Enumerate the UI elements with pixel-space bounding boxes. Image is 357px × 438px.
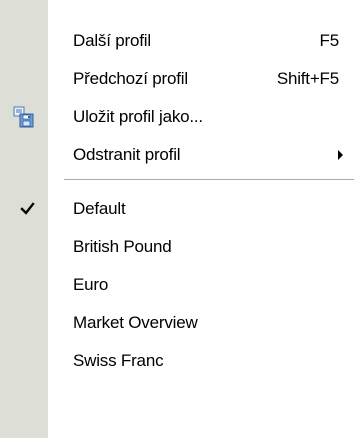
menu-item-profile-swiss-franc[interactable]: Swiss Franc bbox=[0, 342, 357, 380]
menu-item-label: Další profil bbox=[73, 31, 151, 50]
menu-item-label: British Pound bbox=[73, 237, 172, 256]
menu-item-save-profile-as[interactable]: Uložit profil jako... bbox=[0, 98, 357, 136]
menu-item-previous-profile[interactable]: Předchozí profil Shift+F5 bbox=[0, 60, 357, 98]
menu-item-delete-profile[interactable]: Odstranit profil bbox=[0, 136, 357, 174]
menu-item-next-profile[interactable]: Další profil F5 bbox=[0, 22, 357, 60]
menu-item-label: Odstranit profil bbox=[73, 145, 181, 164]
menu-item-profile-euro[interactable]: Euro bbox=[0, 266, 357, 304]
menu-item-label: Market Overview bbox=[73, 313, 198, 332]
checkmark-icon bbox=[19, 200, 37, 218]
menu-item-label: Euro bbox=[73, 275, 109, 294]
menu-item-shortcut: F5 bbox=[319, 31, 340, 50]
menu-item-shortcut: Shift+F5 bbox=[276, 69, 339, 88]
save-profile-icon bbox=[13, 106, 35, 128]
context-menu: Další profil F5 Předchozí profil Shift+F… bbox=[0, 0, 357, 438]
menu-separator bbox=[64, 179, 354, 181]
menu-item-label: Default bbox=[73, 199, 126, 218]
menu-item-profile-market-overview[interactable]: Market Overview bbox=[0, 304, 357, 342]
menu-item-label: Swiss Franc bbox=[73, 351, 164, 370]
menu-item-label: Uložit profil jako... bbox=[73, 107, 203, 126]
menu-item-profile-british-pound[interactable]: British Pound bbox=[0, 228, 357, 266]
menu-item-label: Předchozí profil bbox=[73, 69, 188, 88]
submenu-arrow-icon bbox=[338, 150, 343, 160]
menu-item-profile-default[interactable]: Default bbox=[0, 190, 357, 228]
